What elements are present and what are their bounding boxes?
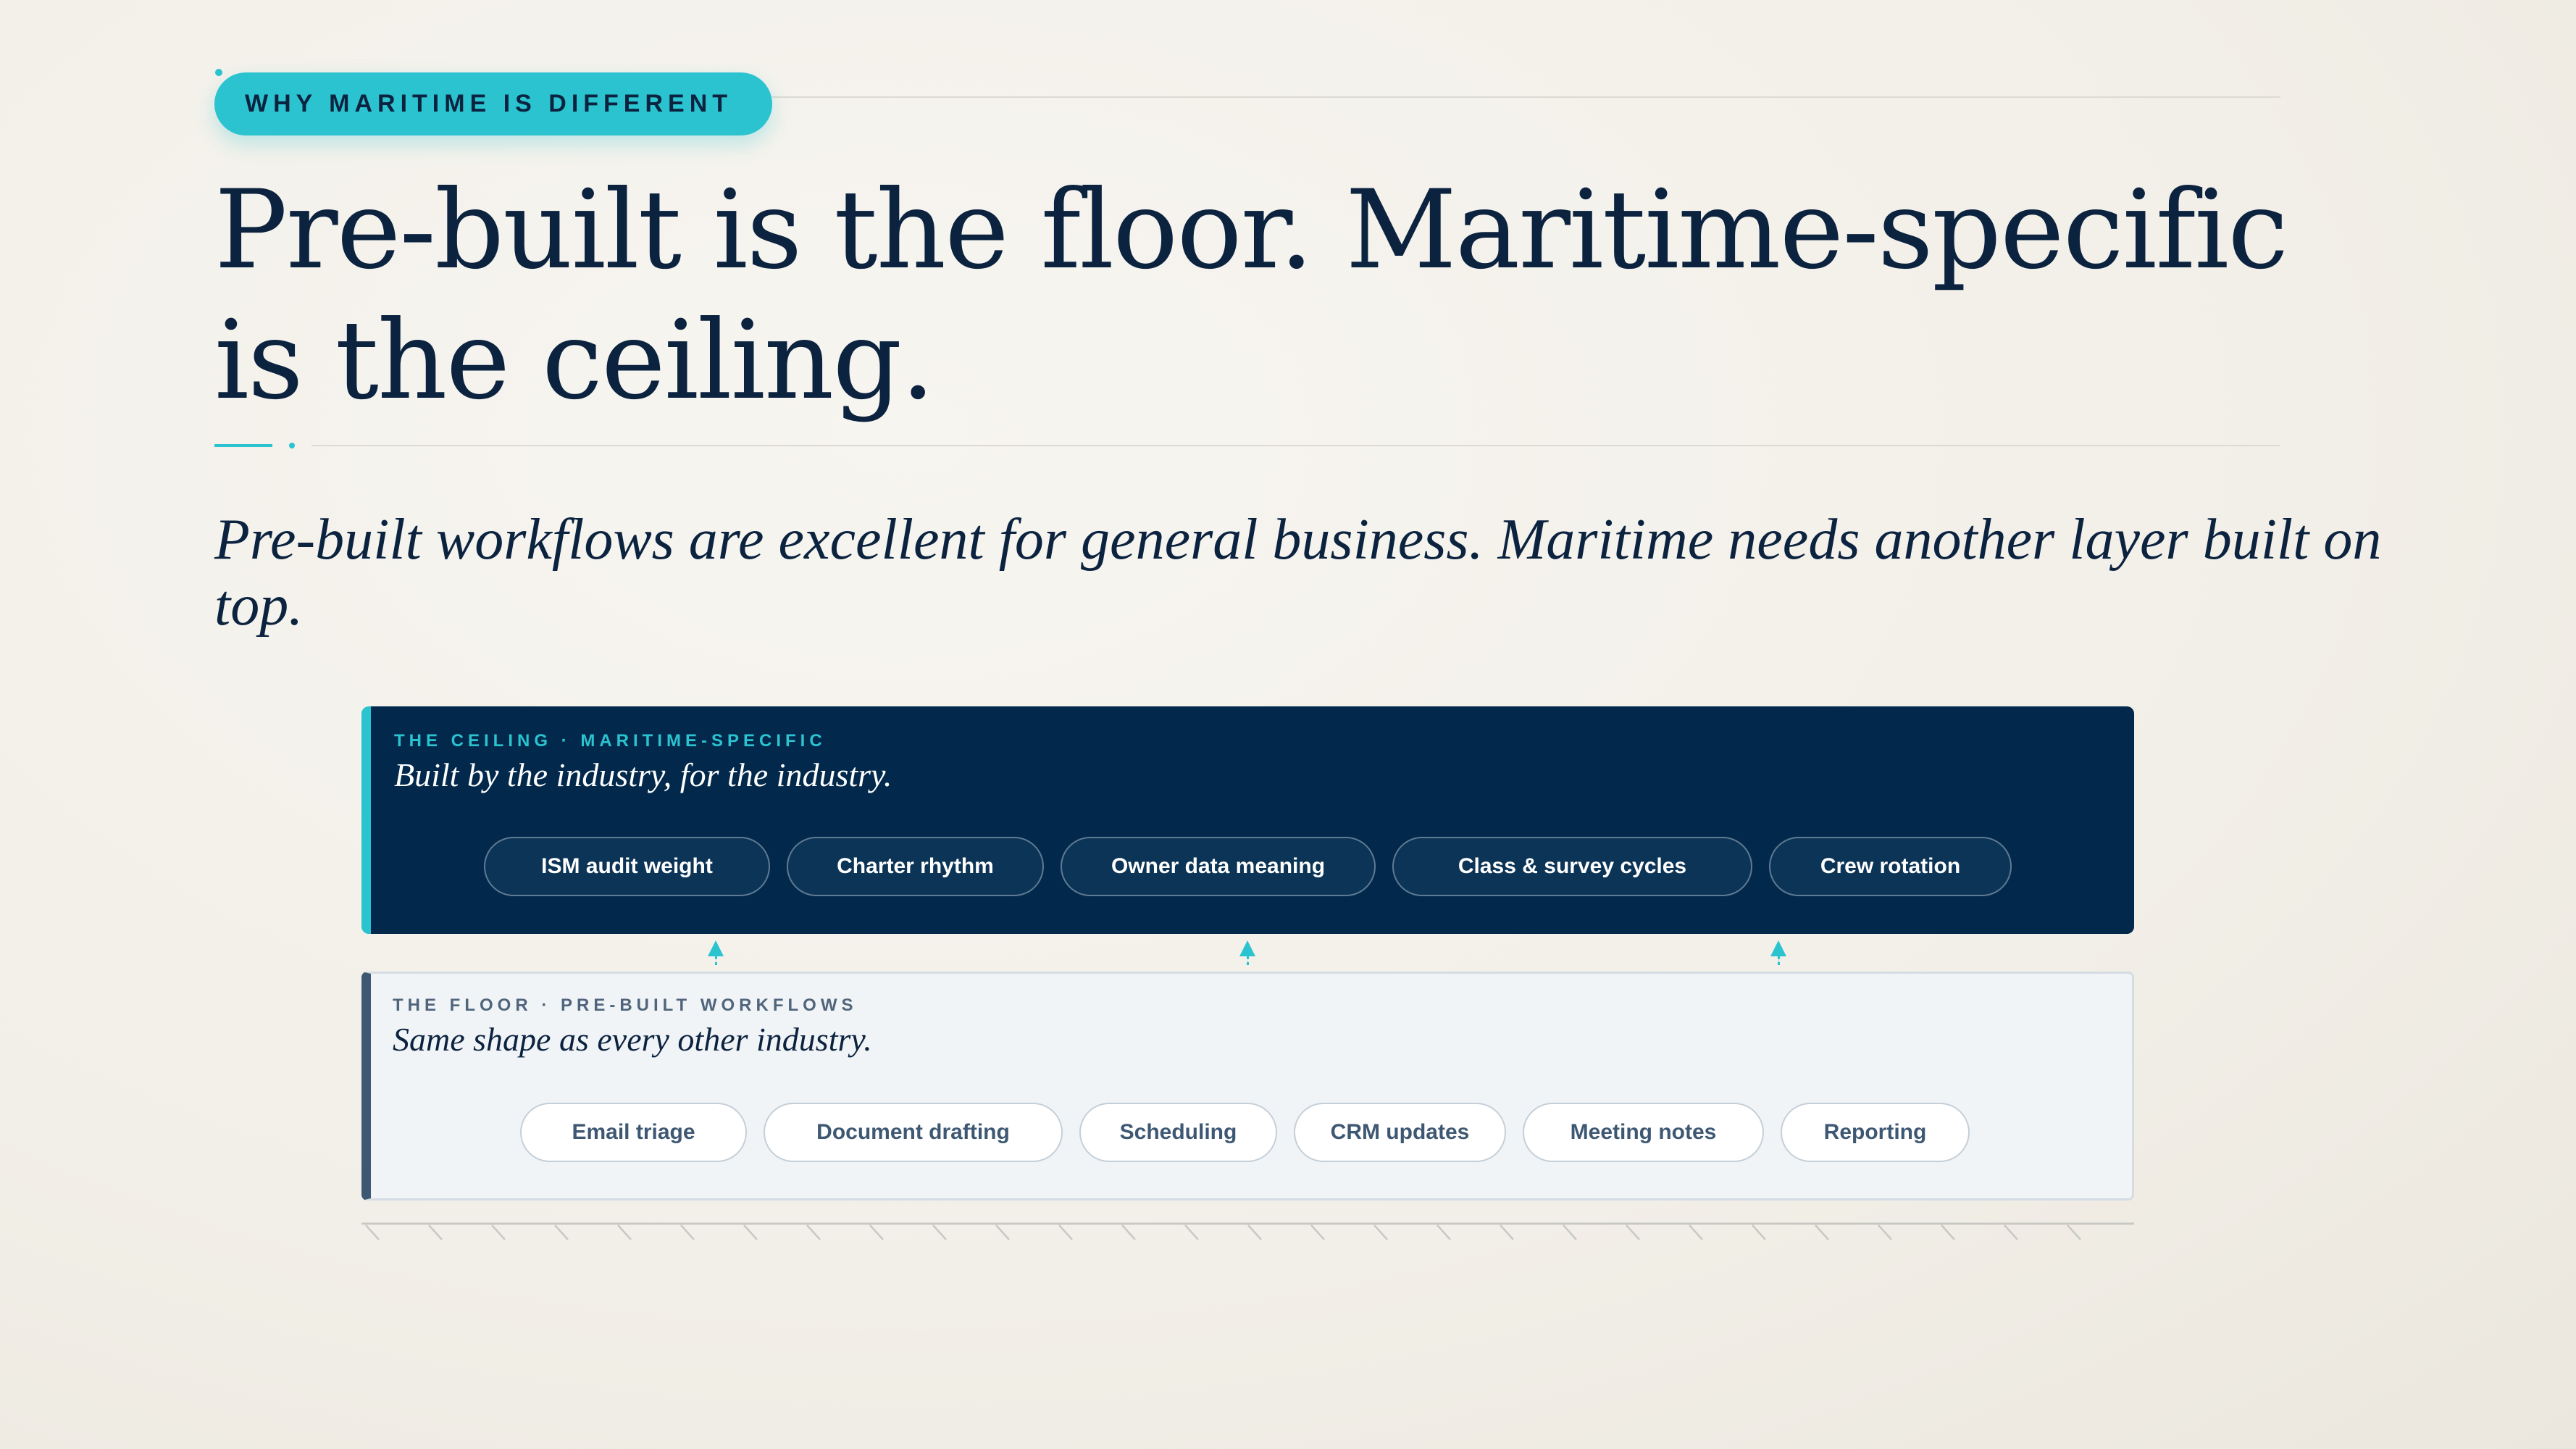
arrow-stem [715,956,717,965]
hatch-mark [2067,1224,2081,1240]
floor-pill: Document drafting [764,1103,1063,1162]
hatch-mark [1373,1224,1388,1240]
hatch-mark [1184,1224,1199,1240]
ceiling-panel: THE CEILING · MARITIME-SPECIFIC Built by… [361,706,2134,934]
hatch-mark [617,1224,632,1240]
hatch-mark [428,1224,443,1240]
hatch-mark [743,1224,758,1240]
arrow-up-icon [1770,940,1786,956]
ceiling-pill: Owner data meaning [1061,837,1376,896]
ceiling-subtitle: Built by the industry, for the industry. [394,756,892,793]
hatch-mark [2004,1224,2018,1240]
headline-rule [311,445,2280,446]
hatch-mark [1121,1224,1136,1240]
floor-panel: THE FLOOR · PRE-BUILT WORKFLOWS Same sha… [361,972,2134,1200]
floor-pill: Meeting notes [1523,1103,1764,1162]
hatch-mark [1563,1224,1577,1240]
hatch-mark [869,1224,884,1240]
section-badge: WHY MARITIME IS DIFFERENT [214,72,772,135]
hatch-mark [680,1224,695,1240]
headline-rule-dot [289,443,295,448]
hatch-mark [1815,1224,1829,1240]
hatch-mark [1941,1224,1955,1240]
page-headline: Pre-built is the floor. Maritime-specifi… [214,167,2288,424]
ground-hatch [361,1222,2134,1240]
floor-pill: Email triage [520,1103,747,1162]
ceiling-pill: Charter rhythm [787,837,1044,896]
arrow-stem [1247,956,1249,965]
hatch-mark [932,1224,947,1240]
hatch-mark [1500,1224,1514,1240]
hatch-mark [995,1224,1010,1240]
header-dot [215,69,222,76]
ceiling-label: THE CEILING · MARITIME-SPECIFIC [394,731,827,751]
floor-subtitle: Same shape as every other industry. [393,1021,872,1058]
headline-rule-accent [214,444,272,447]
hatch-mark [1437,1224,1451,1240]
floor-pill: Reporting [1781,1103,1970,1162]
ceiling-pill: Crew rotation [1769,837,2012,896]
hatch-mark [1878,1224,1892,1240]
hatch-mark [806,1224,821,1240]
ceiling-pill: ISM audit weight [484,837,770,896]
hatch-mark [1310,1224,1325,1240]
hatch-mark [1247,1224,1262,1240]
floor-label: THE FLOOR · PRE-BUILT WORKFLOWS [393,995,858,1015]
hatch-mark [1752,1224,1766,1240]
arrow-up-icon [1239,940,1255,956]
hatch-mark [1058,1224,1073,1240]
hatch-mark [1689,1224,1703,1240]
hatch-mark [365,1224,380,1240]
hatch-mark [554,1224,569,1240]
ceiling-pill: Class & survey cycles [1392,837,1752,896]
header-rule [772,96,2280,98]
floor-pill: Scheduling [1079,1103,1277,1162]
arrow-stem [1778,956,1780,965]
arrow-up-icon [708,940,724,956]
hatch-mark [491,1224,506,1240]
floor-pill: CRM updates [1294,1103,1506,1162]
hatch-mark [1626,1224,1640,1240]
page-subtitle: Pre-built workflows are excellent for ge… [214,508,2382,638]
